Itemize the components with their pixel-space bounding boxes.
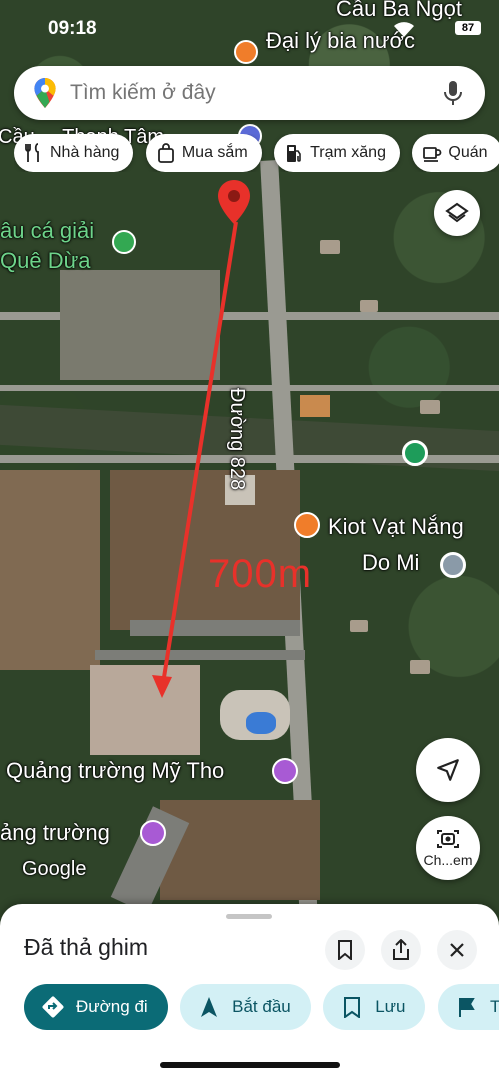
layers-button[interactable] (434, 190, 480, 236)
chip-shopping[interactable]: Mua sắm (145, 134, 262, 172)
chip-restaurant[interactable]: Nhà hàng (14, 134, 134, 172)
camera-icon (437, 830, 459, 848)
action-label: Lưu (375, 997, 406, 1016)
wifi-icon (394, 22, 414, 37)
plaza-marker-icon[interactable] (272, 758, 298, 784)
action-buttons: Đường đi Bắt đầu Lưu Thê (24, 984, 499, 1032)
status-time: 09:18 (48, 18, 97, 39)
fishing-marker-icon[interactable] (112, 230, 136, 254)
dropped-pin-icon[interactable] (218, 180, 250, 224)
battery-icon: 87 (455, 21, 481, 35)
action-label: Bắt đầu (232, 997, 291, 1016)
google-logo: Google (22, 858, 87, 880)
fork-knife-icon (25, 143, 39, 162)
gas-station-icon (287, 145, 301, 162)
chip-cafe[interactable]: Quán (412, 134, 499, 172)
save-icon-button[interactable] (325, 930, 365, 970)
bookmark-icon (344, 997, 361, 1018)
chip-label: Quán (448, 144, 488, 161)
layers-icon (445, 202, 469, 223)
camera-search-button[interactable]: Ch...em (416, 816, 480, 880)
map-label-cau-ca[interactable]: âu cá giải (0, 218, 94, 244)
directions-icon (42, 996, 64, 1018)
map-label-do-mi[interactable]: Do Mi (362, 550, 419, 576)
flag-icon (458, 998, 475, 1017)
save-button[interactable]: Lưu (323, 984, 426, 1030)
chip-label: Trạm xăng (310, 144, 386, 161)
chip-gas-station[interactable]: Trạm xăng (274, 134, 400, 172)
google-maps-pin-icon (34, 78, 56, 108)
close-icon (450, 943, 464, 957)
bottom-sheet[interactable]: Đã thả ghim Đường đi Bắt đầu Lưu T (0, 904, 499, 1080)
park-marker-icon[interactable] (402, 440, 428, 466)
do-mi-marker-icon[interactable] (440, 552, 466, 578)
close-button[interactable] (437, 930, 477, 970)
map-label-quang-truong[interactable]: ảng trường (0, 820, 110, 846)
category-chips: Nhà hàng Mua sắm Trạm xăng Quán (14, 134, 499, 172)
navigation-arrow-icon (437, 759, 459, 781)
directions-button[interactable]: Đường đi (24, 984, 168, 1030)
microphone-icon[interactable] (441, 80, 465, 106)
kiot-marker-icon[interactable] (294, 512, 320, 538)
status-bar: 09:18 87 (0, 0, 499, 60)
map-label-duong-828: Đường 828 (226, 388, 248, 491)
action-label: Thê (489, 997, 499, 1016)
search-input[interactable] (70, 81, 410, 105)
sheet-title: Đã thả ghim (24, 934, 149, 960)
distance-annotation: 700m (208, 552, 313, 596)
map-label-quang-truong-my-tho[interactable]: Quảng trường Mỹ Tho (6, 758, 224, 784)
coffee-cup-icon (423, 147, 442, 162)
action-label: Đường đi (76, 997, 148, 1016)
share-icon (393, 939, 409, 960)
navigation-arrow-icon (201, 997, 218, 1017)
map-label-kiot[interactable]: Kiot Vạt Nắng (328, 514, 464, 540)
share-button[interactable] (381, 930, 421, 970)
label-button[interactable]: Thê (437, 984, 499, 1030)
drag-handle[interactable] (226, 914, 272, 919)
plaza-2-marker-icon[interactable] (140, 820, 166, 846)
my-location-button[interactable] (416, 738, 480, 802)
start-button[interactable]: Bắt đầu (180, 984, 311, 1030)
chip-label: Mua sắm (181, 144, 248, 161)
chip-label: Nhà hàng (50, 144, 120, 161)
camera-button-label: Ch...em (423, 852, 473, 868)
bookmark-icon (338, 940, 352, 960)
home-indicator[interactable] (160, 1062, 340, 1068)
search-bar[interactable] (14, 66, 485, 120)
map-label-que-dua[interactable]: Quê Dừa (0, 248, 91, 274)
shopping-bag-icon (157, 143, 174, 163)
